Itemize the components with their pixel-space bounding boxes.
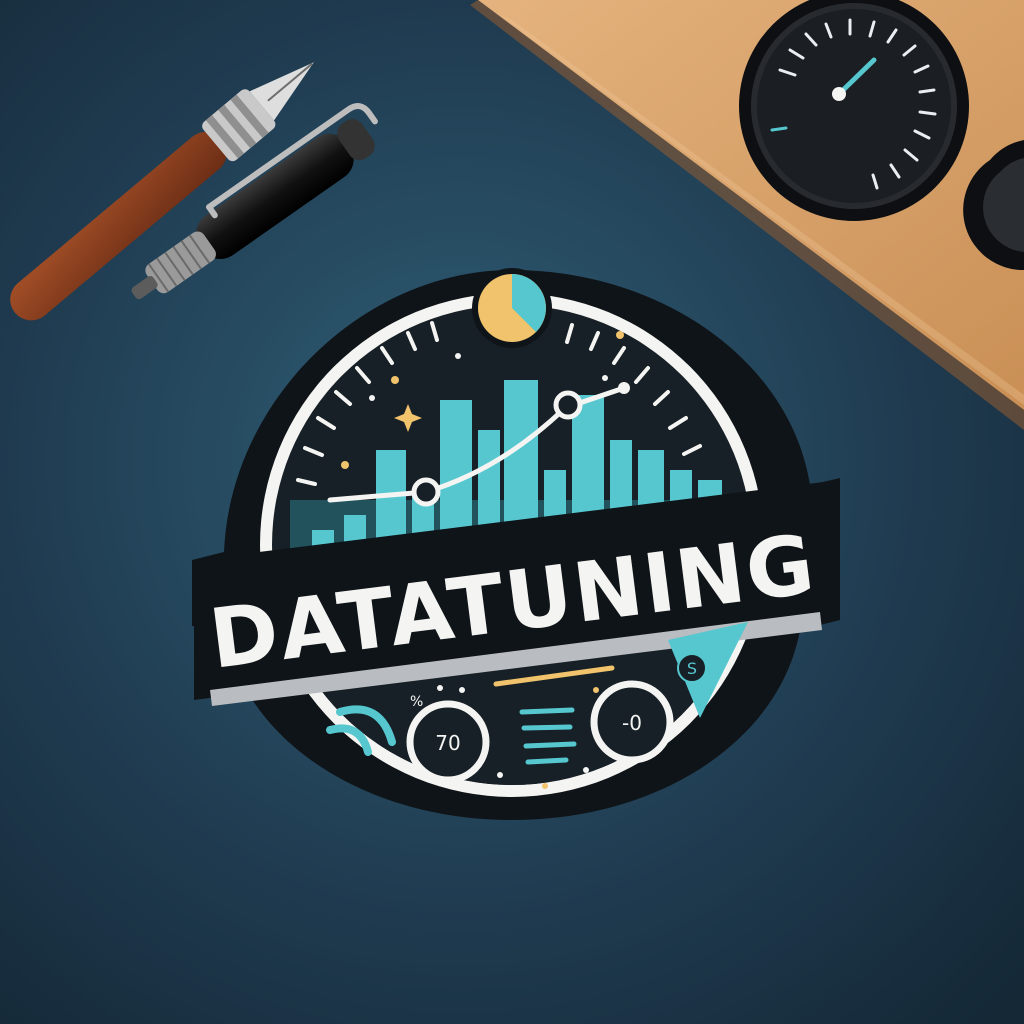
s-glyph-badge: S xyxy=(677,653,707,683)
left-dial: 70 xyxy=(406,700,490,784)
scene-illustration: DATATUNING 70 -0 % S xyxy=(0,0,1024,1024)
right-dial: -0 xyxy=(590,680,674,764)
percent-mark: % xyxy=(410,694,423,710)
pie-chart-icon xyxy=(472,268,552,348)
left-dial-label: 70 xyxy=(435,731,460,755)
s-glyph: S xyxy=(687,659,697,678)
right-dial-label: -0 xyxy=(622,711,642,735)
desk-scene: DATATUNING 70 -0 % S xyxy=(0,0,1024,1024)
